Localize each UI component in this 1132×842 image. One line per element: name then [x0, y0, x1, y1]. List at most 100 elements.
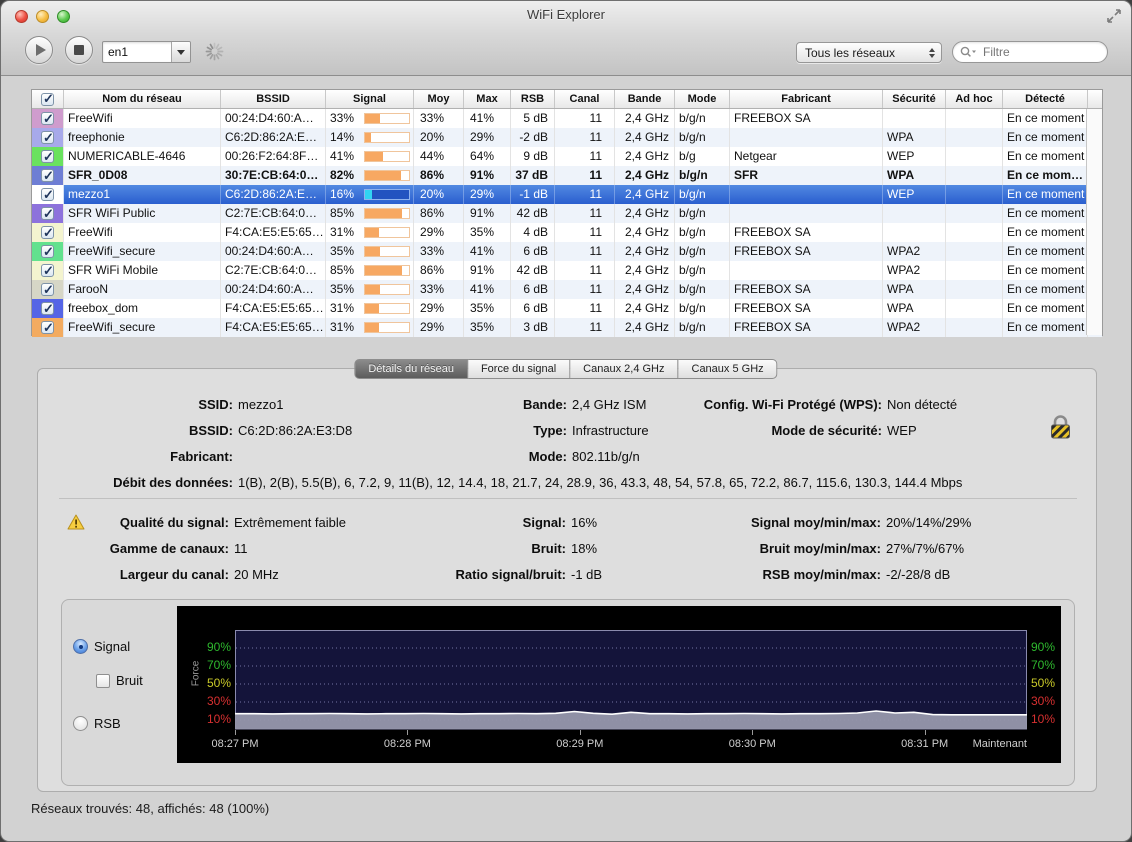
cell-max: 35%: [464, 223, 511, 242]
column-header-rsb[interactable]: RSB: [511, 90, 555, 108]
column-header-mode[interactable]: Mode: [675, 90, 730, 108]
data-rates-label: Débit des données:: [113, 474, 233, 490]
bruit-checkbox-row[interactable]: Bruit: [96, 673, 143, 688]
quality-label: Gamme de canaux:: [109, 540, 229, 556]
cell-fabricant: FREEBOX SA: [730, 109, 883, 128]
cell-network-name: FarooN: [64, 280, 221, 299]
row-checkbox[interactable]: ✓: [41, 111, 54, 126]
cell-bssid: 30:7E:CB:64:0…: [221, 166, 326, 185]
table-row[interactable]: ✓ NUMERICABLE-4646 00:26:F2:64:8F… 41% 44% 64…: [32, 147, 1102, 166]
check-icon: ✓: [43, 206, 54, 221]
bruit-checkbox[interactable]: [96, 673, 110, 688]
column-header-nom-du-r-seau[interactable]: Nom du réseau: [64, 90, 221, 108]
interface-combobox[interactable]: en1: [102, 41, 191, 63]
column-header-s-curit-[interactable]: Sécurité: [883, 90, 946, 108]
interface-value: en1: [108, 45, 129, 59]
column-header-bssid[interactable]: BSSID: [221, 90, 326, 108]
row-checkbox[interactable]: ✓: [41, 320, 54, 335]
signal-bar: [364, 132, 410, 143]
chart-x-tick-mark: [407, 730, 409, 735]
fullscreen-icon[interactable]: [1107, 9, 1121, 23]
cell-securite: [883, 109, 946, 128]
table-row[interactable]: ✓ FreeWifi_secure F4:CA:E5:E5:65… 31% 29% 35%…: [32, 318, 1102, 337]
tab-canaux-5-ghz[interactable]: Canaux 5 GHz: [678, 359, 778, 379]
table-row[interactable]: ✓ SFR WiFi Mobile C2:7E:CB:64:0… 85% 86% 91% 4…: [32, 261, 1102, 280]
cell-rsb: 42 dB: [511, 204, 555, 223]
table-row[interactable]: ✓ FreeWifi F4:CA:E5:E5:65… 31% 29% 35% 4 dB 11 2…: [32, 223, 1102, 242]
cell-adhoc: [946, 280, 1003, 299]
cell-network-name: FreeWifi_secure: [64, 318, 221, 337]
row-checkbox[interactable]: ✓: [41, 225, 54, 240]
tab-force-du-signal[interactable]: Force du signal: [467, 359, 571, 379]
table-row[interactable]: ✓ freephonie C6:2D:86:2A:E… 14% 20% 29% -2 dB 1…: [32, 128, 1102, 147]
row-checkbox[interactable]: ✓: [41, 130, 54, 145]
signal-percent: 16%: [330, 187, 355, 201]
row-checkbox[interactable]: ✓: [41, 282, 54, 297]
signal-radio-row[interactable]: Signal: [73, 639, 130, 654]
cell-max: 91%: [464, 204, 511, 223]
row-color-swatch: ✓: [32, 204, 64, 223]
row-checkbox[interactable]: ✓: [41, 149, 54, 164]
cell-network-name: FreeWifi: [64, 109, 221, 128]
table-row[interactable]: ✓ FreeWifi 00:24:D4:60:A… 33% 33% 41% 5 dB 11 2,…: [32, 109, 1102, 128]
check-icon: ✓: [43, 225, 54, 240]
rsb-radio[interactable]: [73, 716, 88, 731]
column-header-fabricant[interactable]: Fabricant: [730, 90, 883, 108]
row-checkbox[interactable]: ✓: [41, 206, 54, 221]
column-header-canal[interactable]: Canal: [555, 90, 615, 108]
quality-row: Signal: 16%: [391, 509, 602, 535]
rsb-radio-row[interactable]: RSB: [73, 716, 121, 731]
filter-search-field[interactable]: [952, 41, 1108, 63]
cell-rsb: 6 dB: [511, 280, 555, 299]
column-header-bande[interactable]: Bande: [615, 90, 675, 108]
table-row[interactable]: ✓ FarooN 00:24:D4:60:A… 35% 33% 41% 6 dB 11 2,4 …: [32, 280, 1102, 299]
quality-label: Bruit:: [531, 540, 566, 556]
row-checkbox[interactable]: ✓: [41, 263, 54, 278]
column-header-d-tect-[interactable]: Détecté: [1003, 90, 1088, 108]
cell-mode: b/g/n: [675, 109, 730, 128]
select-all-column-header[interactable]: ✓: [32, 90, 64, 108]
filter-input[interactable]: [981, 44, 1081, 60]
combobox-dropdown-button[interactable]: [171, 42, 190, 62]
row-checkbox[interactable]: ✓: [41, 301, 54, 316]
signal-history-chart: Force 90% 90% 70% 70% 50% 50% 30% 30% 10% 10% 08:2…: [177, 606, 1061, 763]
row-checkbox[interactable]: ✓: [41, 244, 54, 259]
scan-start-button[interactable]: [25, 36, 53, 64]
detail-label: Config. Wi-Fi Protégé (WPS):: [703, 396, 882, 412]
table-row[interactable]: ✓ mezzo1 C6:2D:86:2A:E… 16% 20% 29% -1 dB 11 2,4…: [32, 185, 1102, 204]
network-scope-popup[interactable]: Tous les réseaux: [796, 42, 942, 63]
cell-bande: 2,4 GHz: [615, 242, 675, 261]
cell-moy: 33%: [414, 280, 464, 299]
cell-mode: b/g/n: [675, 299, 730, 318]
column-header-max[interactable]: Max: [464, 90, 511, 108]
table-row[interactable]: ✓ FreeWifi_secure 00:24:D4:60:A… 35% 33% 41% 6…: [32, 242, 1102, 261]
cell-network-name: SFR WiFi Mobile: [64, 261, 221, 280]
column-header-ad-hoc[interactable]: Ad hoc: [946, 90, 1003, 108]
table-row[interactable]: ✓ freebox_dom F4:CA:E5:E5:65… 31% 29% 35% 6 dB…: [32, 299, 1102, 318]
signal-percent: 82%: [330, 168, 355, 182]
scan-stop-button[interactable]: [65, 36, 93, 64]
cell-rsb: 42 dB: [511, 261, 555, 280]
column-header-moy[interactable]: Moy: [414, 90, 464, 108]
check-icon: ✓: [43, 301, 54, 316]
table-row[interactable]: ✓ SFR WiFi Public C2:7E:CB:64:0… 85% 86% 91% 4…: [32, 204, 1102, 223]
select-all-checkbox[interactable]: ✓: [41, 91, 54, 106]
quality-label: RSB moy/min/max:: [762, 566, 881, 582]
tab-canaux-2-4-ghz[interactable]: Canaux 2,4 GHz: [570, 359, 679, 379]
table-scrollbar[interactable]: [1086, 109, 1102, 335]
tab-d-tails-du-r-seau[interactable]: Détails du réseau: [354, 359, 468, 379]
cell-moy: 86%: [414, 166, 464, 185]
cell-max: 41%: [464, 242, 511, 261]
row-checkbox[interactable]: ✓: [41, 168, 54, 183]
cell-canal: 11: [555, 166, 615, 185]
quality-row: Ratio signal/bruit: -1 dB: [391, 561, 603, 587]
signal-bar: [364, 189, 410, 200]
quality-column-2: Signal: 16% Bruit: 18% Ratio signal/bruit: -1…: [391, 509, 603, 587]
signal-radio[interactable]: [73, 639, 88, 654]
column-header-signal[interactable]: Signal: [326, 90, 414, 108]
row-checkbox[interactable]: ✓: [41, 187, 54, 202]
check-icon: ✓: [43, 320, 54, 335]
cell-bande: 2,4 GHz: [615, 299, 675, 318]
cell-signal: 31%: [326, 318, 414, 337]
table-row[interactable]: ✓ SFR_0D08 30:7E:CB:64:0… 82% 86% 91% 37 dB 11 2…: [32, 166, 1102, 185]
